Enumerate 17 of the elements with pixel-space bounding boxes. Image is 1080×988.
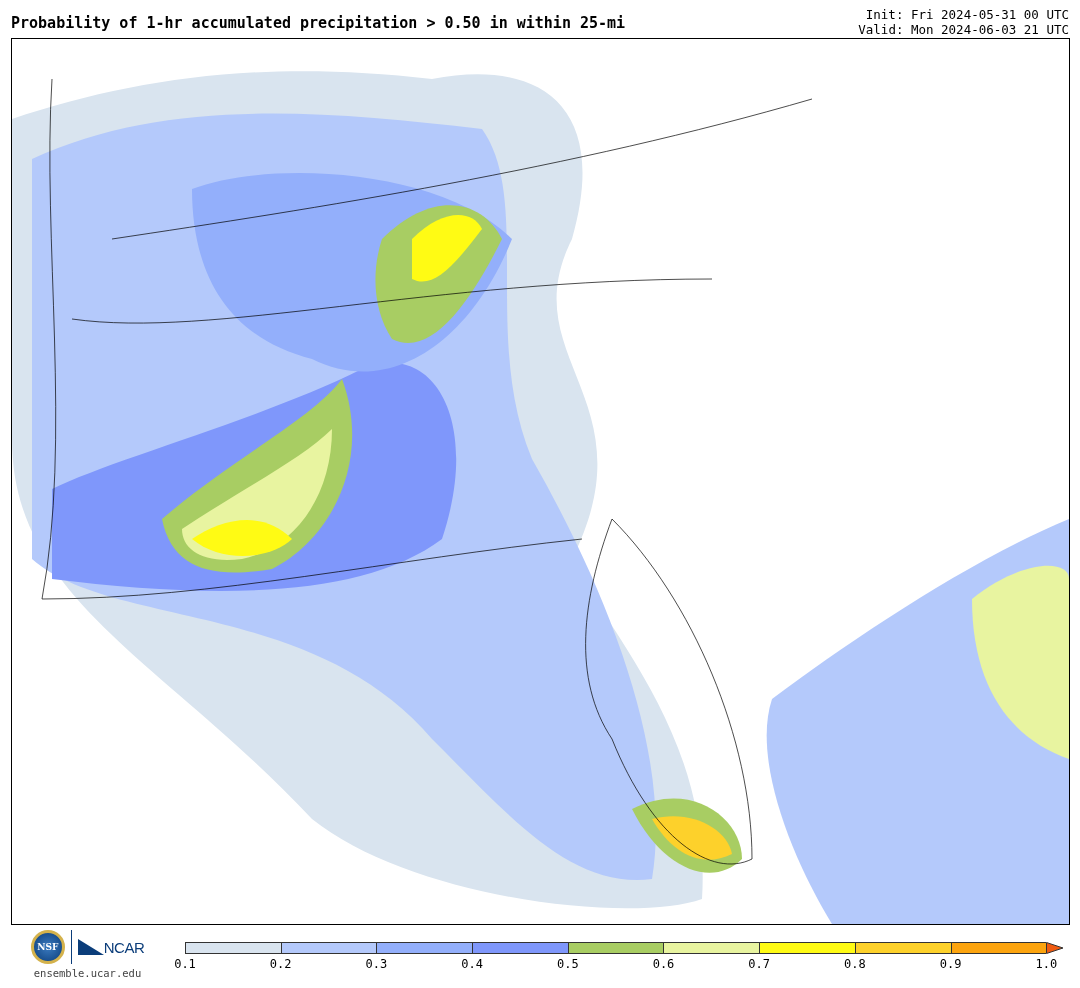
ncar-logo-text: NCAR [103,938,145,956]
tick-label: 0.4 [461,957,483,971]
tick-label: 0.9 [939,957,962,971]
site-url: ensemble.ucar.edu [33,967,142,979]
tick-label: 0.1 [174,957,196,971]
nsf-logo: NSF [30,930,65,964]
tick-label: 0.8 [844,957,866,971]
valid-time: Valid: Mon 2024-06-03 21 UTC [858,22,1069,37]
tick-label: 0.6 [652,957,675,971]
init-time: Init: Fri 2024-05-31 00 UTC [865,7,1069,22]
tick-label: 1.0 [1035,957,1058,971]
ncar-logo-icon [77,939,104,955]
tick-label: 0.5 [556,957,579,971]
tick-label: 0.3 [365,957,388,971]
plot-title: Probability of 1-hr accumulated precipitation > 0.50 in within 25-mi [11,14,626,34]
tick-label: 0.2 [269,957,292,971]
tick-label: 0.7 [748,957,771,971]
